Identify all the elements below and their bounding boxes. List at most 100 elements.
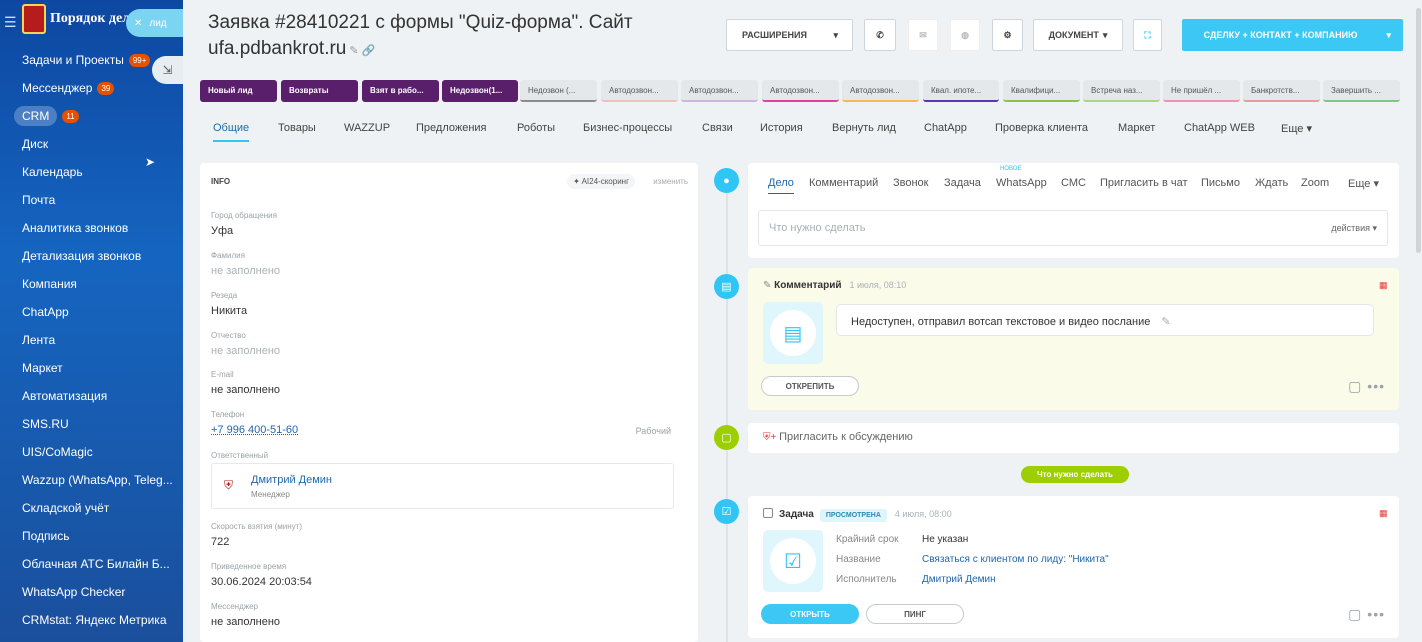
- sidebar-item-signature[interactable]: Подпись: [0, 522, 183, 550]
- stage-item[interactable]: Взят в рабо...: [362, 80, 439, 102]
- settings-button[interactable]: ⚙: [992, 19, 1023, 51]
- composer-tab-activity[interactable]: Дело: [768, 177, 794, 194]
- open-task-button[interactable]: ОТКРЫТЬ: [761, 604, 859, 624]
- invite-card[interactable]: ⛨+ Пригласить к обсуждению: [748, 423, 1399, 453]
- document-button[interactable]: ДОКУМЕНТ ▾: [1033, 19, 1123, 51]
- page-scrollbar[interactable]: [1416, 8, 1421, 253]
- hamburger-icon[interactable]: ☰: [4, 14, 17, 31]
- sidebar-item-warehouse[interactable]: Складской учёт: [0, 494, 183, 522]
- phone-link[interactable]: +7 996 400-51-60: [211, 424, 681, 436]
- email-button[interactable]: ✉: [908, 19, 938, 51]
- tab-general[interactable]: Общие: [213, 122, 250, 142]
- sidebar-item-company[interactable]: Компания: [0, 270, 183, 298]
- stage-item[interactable]: Автодозвон...: [681, 80, 758, 102]
- field-messenger[interactable]: Мессенджер не заполнено: [211, 602, 681, 628]
- sidebar-item-beeline-pbx[interactable]: Облачная АТС Билайн Б...: [0, 550, 183, 578]
- responsible-name[interactable]: Дмитрий Демин: [251, 474, 332, 486]
- tab-history[interactable]: История: [760, 122, 803, 134]
- composer-tab-more[interactable]: Еще ▾: [1348, 177, 1379, 190]
- composer-tab-comment[interactable]: Комментарий: [809, 177, 878, 189]
- pin-icon[interactable]: ▦: [1379, 280, 1388, 290]
- ai-scoring-button[interactable]: ✦ AI24-скоринг: [567, 174, 635, 189]
- edit-icon[interactable]: ✎: [1161, 316, 1170, 328]
- stage-item[interactable]: Новый лид: [200, 80, 277, 102]
- stage-item[interactable]: Возвраты: [281, 80, 358, 102]
- collapse-panel-button[interactable]: ⇲: [152, 56, 183, 84]
- sidebar-item-chatapp[interactable]: ChatApp: [0, 298, 183, 326]
- stage-item[interactable]: Квалифици...: [1003, 80, 1080, 102]
- tab-return-lead[interactable]: Вернуть лид: [832, 122, 896, 134]
- tab-chatapp[interactable]: ChatApp: [924, 122, 967, 134]
- sidebar-item-market[interactable]: Маркет: [0, 354, 183, 382]
- field-given-time[interactable]: Приведенное время 30.06.2024 20:03:54: [211, 562, 681, 588]
- sidebar-item-smsru[interactable]: SMS.RU: [0, 410, 183, 438]
- sidebar-item-uis[interactable]: UIS/CoMagic: [0, 438, 183, 466]
- sidebar-item-call-analytics[interactable]: Аналитика звонков: [0, 214, 183, 242]
- call-button[interactable]: ✆: [864, 19, 896, 51]
- field-take-speed[interactable]: Скорость взятия (минут) 722: [211, 522, 681, 548]
- tab-wazzup[interactable]: WAZZUP: [344, 122, 390, 134]
- stage-item[interactable]: Банкротств...: [1243, 80, 1320, 102]
- tab-market[interactable]: Маркет: [1118, 122, 1155, 134]
- sidebar-item-automation[interactable]: Автоматизация: [0, 382, 183, 410]
- sidebar-item-calendar[interactable]: Календарь: [0, 158, 183, 186]
- edit-icon[interactable]: ✎: [349, 45, 358, 57]
- sidebar-item-crm[interactable]: CRM 11: [0, 102, 183, 130]
- sidebar-item-wazzup[interactable]: Wazzup (WhatsApp, Teleg...: [0, 466, 183, 494]
- tab-links[interactable]: Связи: [702, 122, 733, 134]
- fullscreen-button[interactable]: ⛶: [1133, 19, 1162, 51]
- sidebar-item-crmstat[interactable]: CRMstat: Яндекс Метрика: [0, 606, 183, 634]
- composer-tab-letter[interactable]: Письмо: [1201, 177, 1240, 189]
- sidebar-item-disk[interactable]: Диск: [0, 130, 183, 158]
- link-icon[interactable]: 🔗: [362, 45, 376, 57]
- composer-tab-whatsapp[interactable]: WhatsApp: [996, 177, 1047, 189]
- sidebar-item-feed[interactable]: Лента: [0, 326, 183, 354]
- tab-client-check[interactable]: Проверка клиента: [995, 122, 1088, 134]
- field-phone[interactable]: Телефон +7 996 400-51-60 Рабочий: [211, 410, 681, 436]
- sidebar-item-mail[interactable]: Почта: [0, 186, 183, 214]
- message-button[interactable]: ◍: [950, 19, 980, 51]
- composer-tab-wait[interactable]: Ждать: [1255, 177, 1288, 189]
- stage-item[interactable]: Недозвон (...: [520, 80, 597, 102]
- tab-business-processes[interactable]: Бизнес-процессы: [583, 122, 672, 134]
- tab-offers[interactable]: Предложения: [416, 122, 487, 134]
- more-icon[interactable]: ▢ •••: [1348, 378, 1385, 395]
- todo-input[interactable]: Что нужно сделать действия ▾: [758, 210, 1388, 246]
- extensions-button[interactable]: РАСШИРЕНИЯ ▾: [726, 19, 853, 51]
- lead-slider-tag[interactable]: ✕ лид: [126, 9, 183, 37]
- stage-item[interactable]: Автодозвон...: [842, 80, 919, 102]
- unpin-button[interactable]: ОТКРЕПИТЬ: [761, 376, 859, 396]
- composer-tab-invite-chat[interactable]: Пригласить в чат: [1100, 177, 1188, 189]
- tab-more[interactable]: Еще ▾: [1281, 122, 1312, 135]
- stage-item[interactable]: Не пришёл ...: [1163, 80, 1240, 102]
- stage-item[interactable]: Квал. ипоте...: [923, 80, 999, 102]
- more-icon[interactable]: ▢ •••: [1348, 606, 1385, 623]
- responsible-card[interactable]: ⛨ Дмитрий Демин Менеджер: [211, 463, 674, 509]
- stage-item[interactable]: Автодозвон...: [601, 80, 678, 102]
- tab-chatapp-web[interactable]: ChatApp WEB: [1184, 122, 1255, 134]
- close-icon[interactable]: ✕: [134, 18, 142, 29]
- composer-tab-zoom[interactable]: Zoom: [1301, 177, 1329, 189]
- ping-button[interactable]: ПИНГ: [866, 604, 964, 624]
- stage-item[interactable]: Завершить ...: [1323, 80, 1400, 102]
- pin-icon[interactable]: ▦: [1379, 508, 1388, 518]
- field-email[interactable]: E-mail не заполнено: [211, 370, 681, 396]
- composer-tab-task[interactable]: Задача: [944, 177, 981, 189]
- stage-item[interactable]: Автодозвон...: [762, 80, 839, 102]
- composer-tab-call[interactable]: Звонок: [893, 177, 929, 189]
- tab-products[interactable]: Товары: [278, 122, 316, 134]
- tab-robots[interactable]: Роботы: [517, 122, 555, 134]
- checkbox[interactable]: [763, 508, 773, 518]
- convert-button[interactable]: СДЕЛКУ + КОНТАКТ + КОМПАНИЮ ▾: [1182, 19, 1403, 51]
- field-city[interactable]: Город обращения Уфа: [211, 211, 681, 237]
- composer-tab-sms[interactable]: СМС: [1061, 177, 1086, 189]
- field-patronymic[interactable]: Отчество не заполнено: [211, 331, 681, 357]
- sidebar-item-call-details[interactable]: Детализация звонков: [0, 242, 183, 270]
- field-name[interactable]: Резеда Никита: [211, 291, 681, 317]
- edit-link[interactable]: изменить: [653, 177, 688, 186]
- field-surname[interactable]: Фамилия не заполнено: [211, 251, 681, 277]
- sidebar-item-whatsapp-checker[interactable]: WhatsApp Checker: [0, 578, 183, 606]
- stage-item[interactable]: Недозвон(1...: [442, 80, 518, 102]
- actions-dropdown[interactable]: действия ▾: [1331, 223, 1377, 234]
- stage-item[interactable]: Встреча наз...: [1083, 80, 1160, 102]
